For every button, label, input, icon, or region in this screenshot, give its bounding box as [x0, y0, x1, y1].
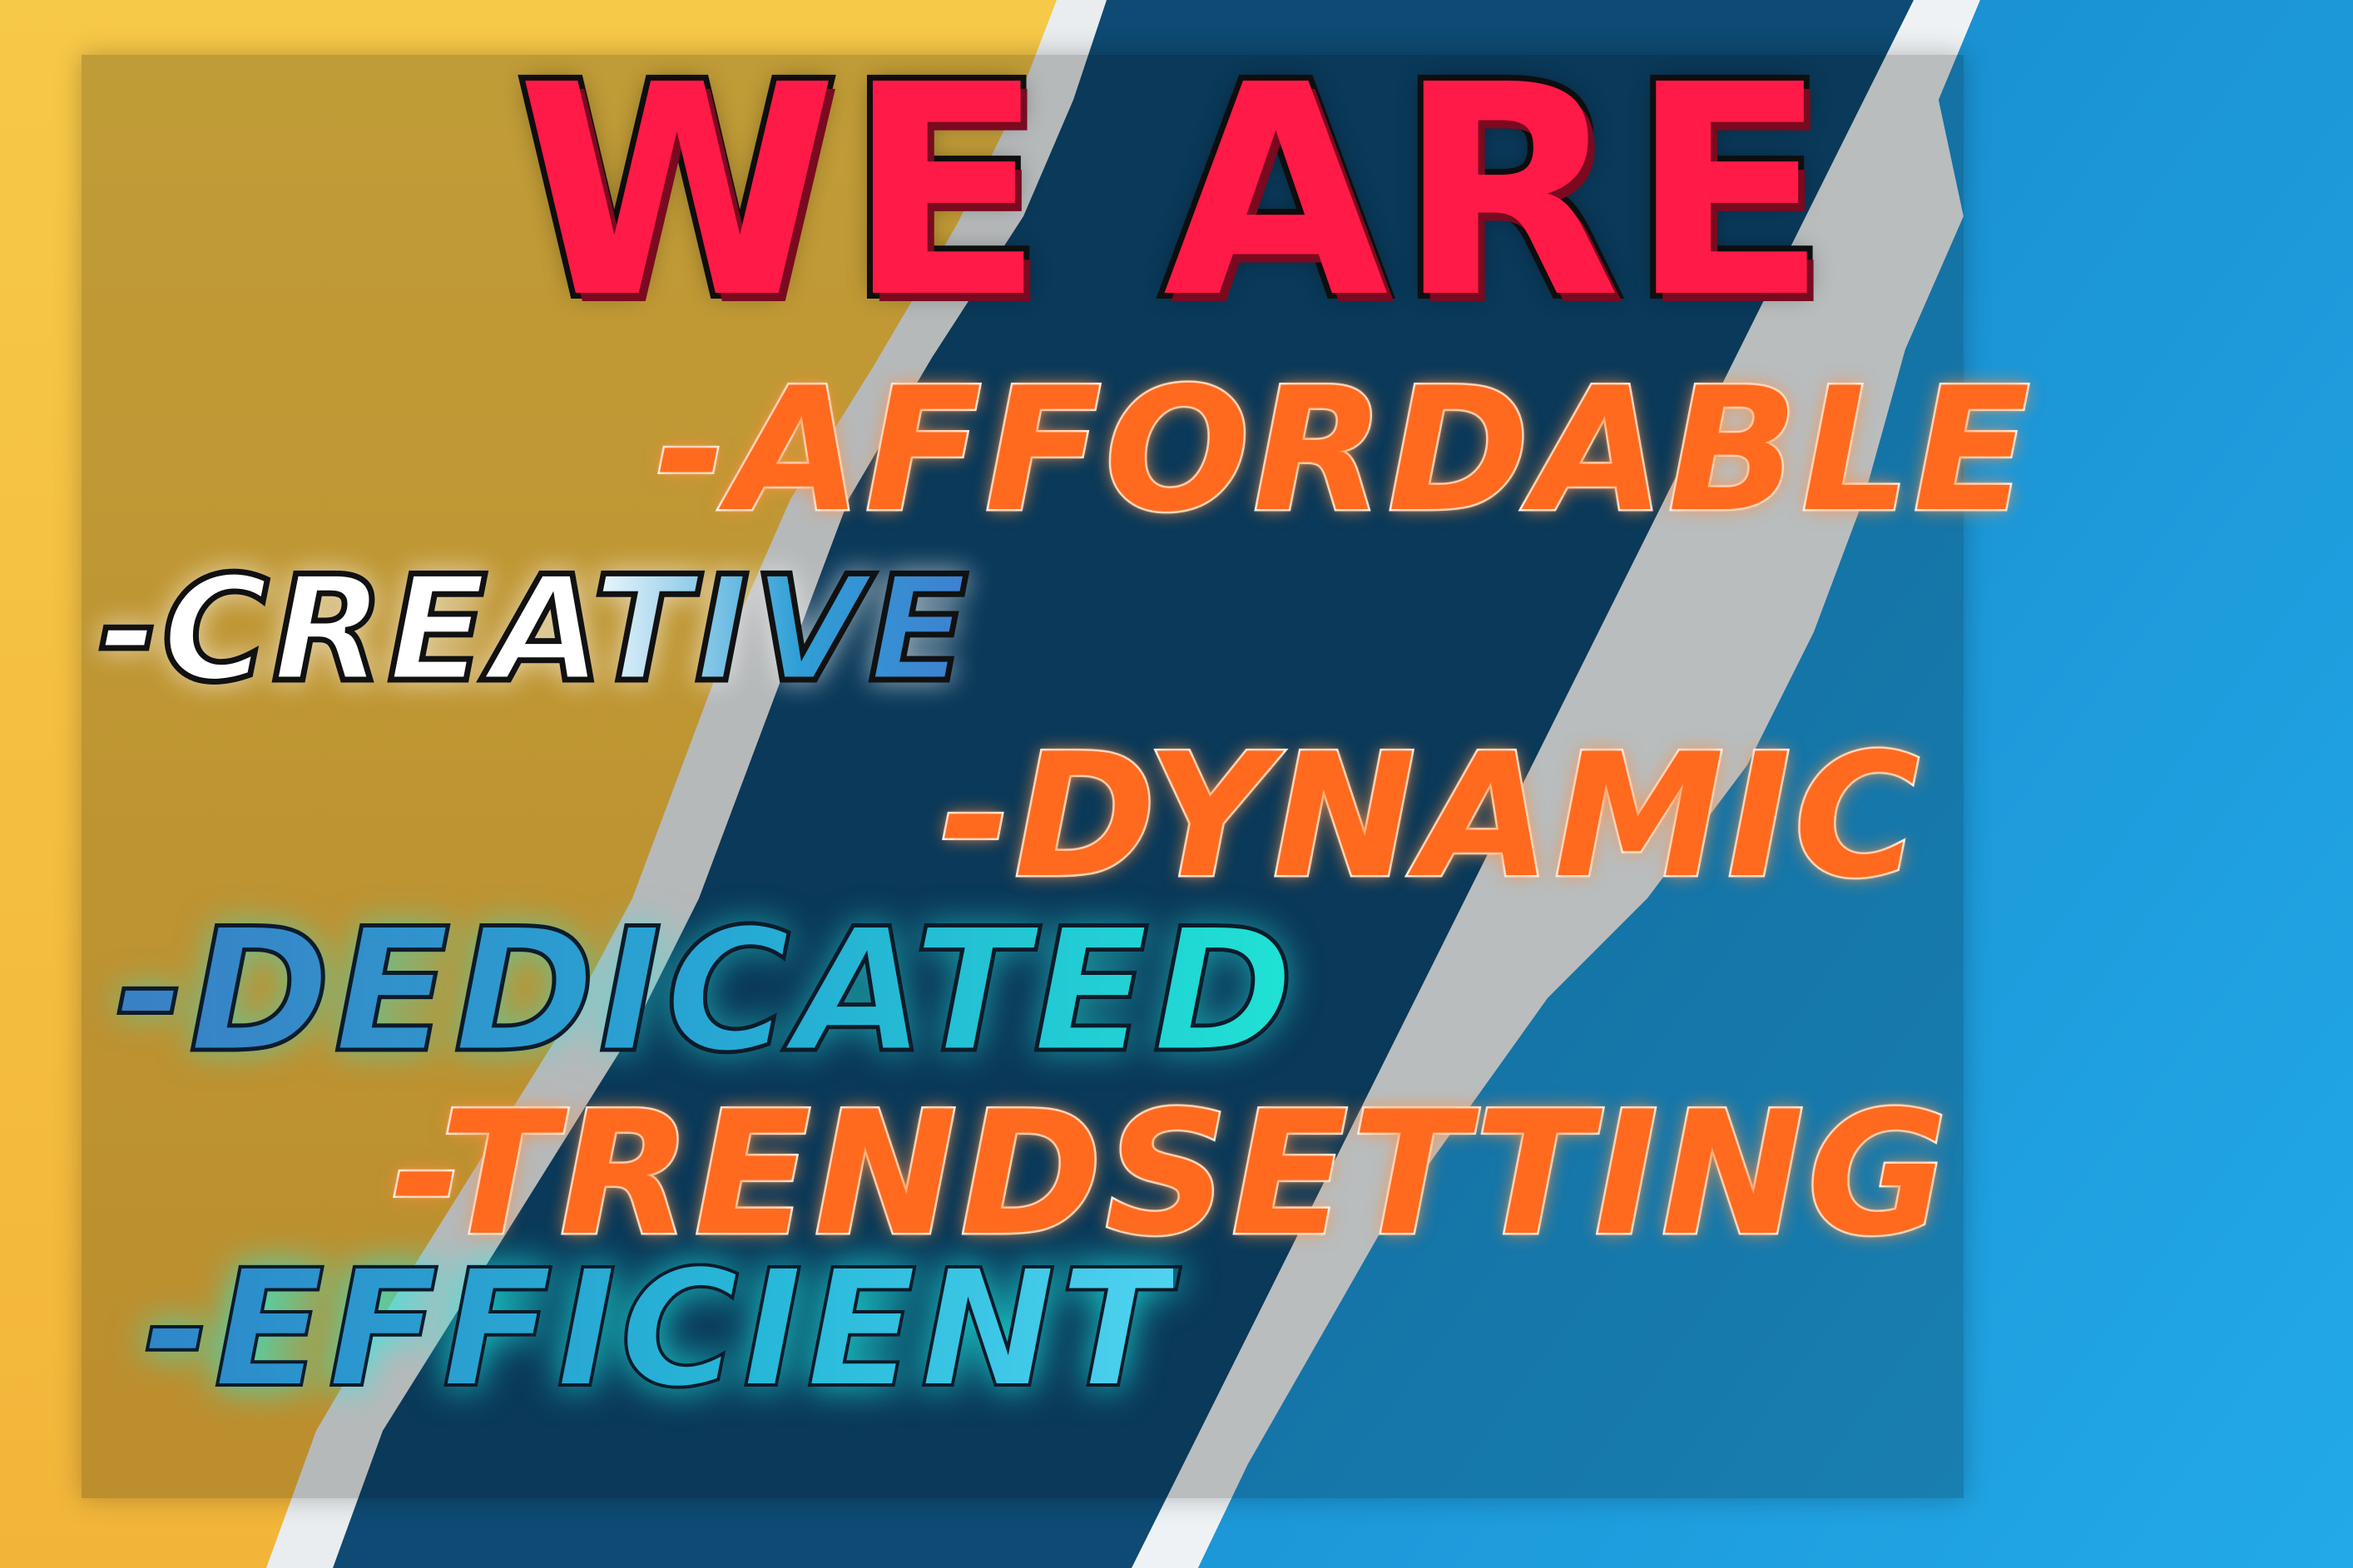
- word-dynamic: -DYNAMIC: [939, 718, 1923, 916]
- word-dedicated: -DEDICATED: [112, 893, 1298, 1091]
- headline-we-are: WE ARE: [511, 22, 1837, 362]
- word-creative: -CREATIVE: [96, 546, 972, 715]
- word-affordable: -AFFORDABLE: [654, 352, 2033, 550]
- poster: WE ARE -AFFORDABLE -CREATIVE -DYNAMIC -D…: [0, 0, 2353, 1568]
- word-efficient: -EFFICIENT: [141, 1234, 1174, 1423]
